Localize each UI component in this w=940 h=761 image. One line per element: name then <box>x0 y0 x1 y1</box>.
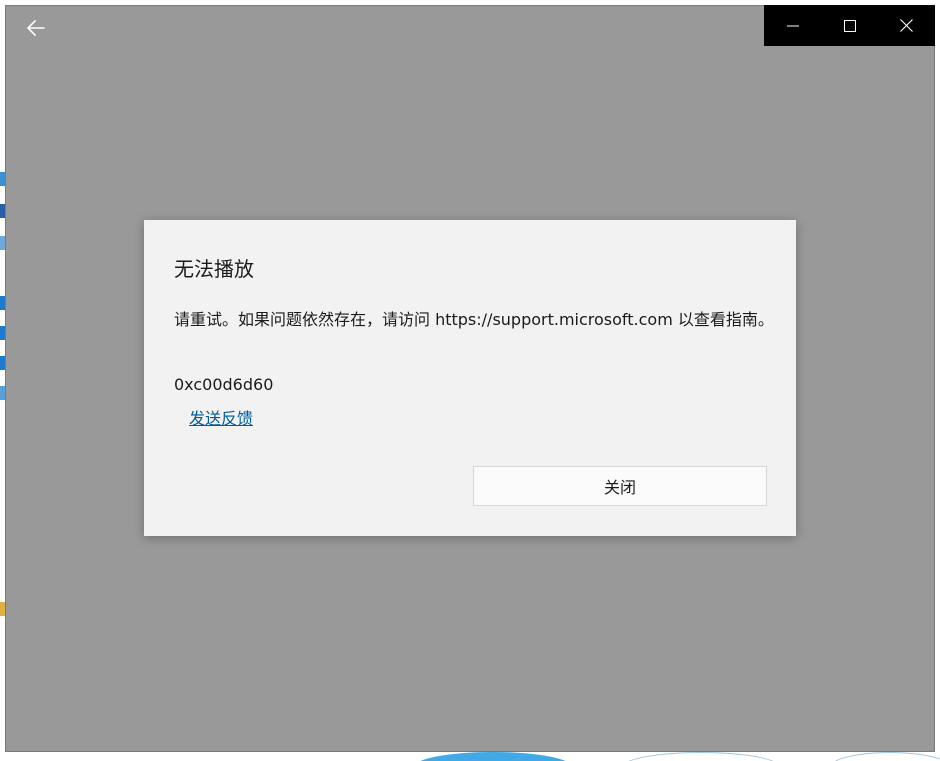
back-button[interactable] <box>18 14 54 42</box>
arrow-left-icon <box>27 20 45 36</box>
dialog-message: 请重试。如果问题依然存在，请访问 https://support.microso… <box>174 310 774 329</box>
background-app-bottom-strip <box>0 752 940 761</box>
close-window-button[interactable] <box>878 5 935 46</box>
background-app-right-strip <box>935 0 940 761</box>
close-dialog-button[interactable]: 关闭 <box>473 466 767 506</box>
background-app-button <box>830 752 940 761</box>
playback-error-dialog: 无法播放 请重试。如果问题依然存在，请访问 https://support.mi… <box>144 220 796 536</box>
window-caption-controls <box>764 5 935 46</box>
minimize-icon <box>786 25 799 26</box>
error-code: 0xc00d6d60 <box>174 375 274 394</box>
close-icon <box>900 19 913 32</box>
maximize-button[interactable] <box>821 5 878 46</box>
send-feedback-link[interactable]: 发送反馈 <box>189 405 253 429</box>
dialog-title: 无法播放 <box>174 257 254 281</box>
background-app-button <box>414 752 572 761</box>
minimize-button[interactable] <box>764 5 821 46</box>
maximize-icon <box>843 19 856 32</box>
background-app-button <box>622 752 780 761</box>
